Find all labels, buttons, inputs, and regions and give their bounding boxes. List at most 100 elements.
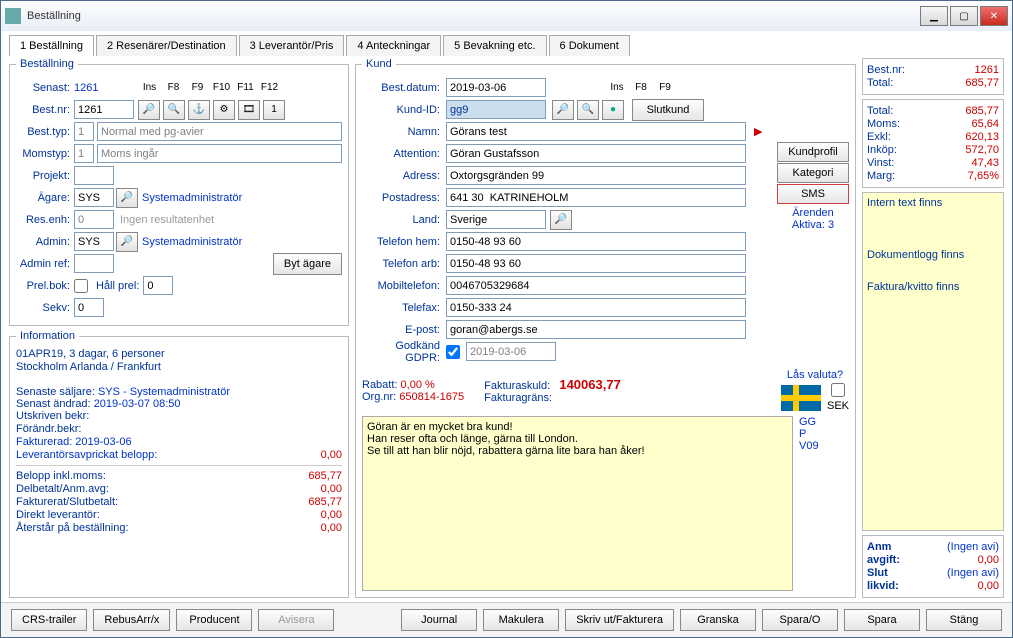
telefax-input[interactable] xyxy=(446,298,746,317)
one-button[interactable]: 1 xyxy=(263,100,285,120)
right-notes: Intern text finns Dokumentlogg finns Fak… xyxy=(862,192,1004,531)
rabatt-value: 0,00 % xyxy=(401,379,435,391)
gdpr-date xyxy=(466,342,556,361)
tab-anteckningar[interactable]: 4 Anteckningar xyxy=(346,35,441,56)
prelbok-checkbox[interactable] xyxy=(74,279,88,293)
arenden-link[interactable]: Ärenden xyxy=(792,207,834,219)
info-seller: SYS - Systemadministratör xyxy=(98,386,230,398)
moms-label: Momstyp: xyxy=(16,148,74,160)
tab-leverantor[interactable]: 3 Leverantör/Pris xyxy=(239,35,345,56)
skrivut-button[interactable]: Skriv ut/Fakturera xyxy=(565,609,674,631)
journal-button[interactable]: Journal xyxy=(401,609,477,631)
binoculars-icon[interactable]: 🔎 xyxy=(552,100,574,120)
rebusarr-button[interactable]: RebusArr/x xyxy=(93,609,170,631)
code-p[interactable]: P xyxy=(799,428,806,440)
bestallning-legend: Beställning xyxy=(16,58,78,70)
sms-button[interactable]: SMS xyxy=(777,184,849,204)
agare-input[interactable] xyxy=(74,188,114,207)
gdpr-checkbox[interactable] xyxy=(446,345,460,359)
hallprel-input[interactable] xyxy=(143,276,173,295)
kategori-button[interactable]: Kategori xyxy=(777,163,849,183)
kund-legend: Kund xyxy=(362,58,396,70)
bytagare-button[interactable]: Byt ägare xyxy=(273,253,342,275)
namn-input[interactable] xyxy=(446,122,746,141)
orgnr-label: Org.nr: xyxy=(362,391,396,403)
moms-text xyxy=(97,144,342,163)
telhem-input[interactable] xyxy=(446,232,746,251)
flag-sweden-icon xyxy=(781,385,821,411)
spara-button[interactable]: Spara xyxy=(844,609,920,631)
mobil-input[interactable] xyxy=(446,276,746,295)
attention-input[interactable] xyxy=(446,144,746,163)
telarb-input[interactable] xyxy=(446,254,746,273)
note-line: Göran är en mycket bra kund! xyxy=(367,421,788,433)
land-label: Land: xyxy=(362,214,446,226)
tab-bevakning[interactable]: 5 Bevakning etc. xyxy=(443,35,546,56)
film-icon[interactable]: 🎞 xyxy=(238,100,260,120)
info-belopp-value: 685,77 xyxy=(292,470,342,482)
kundid-input[interactable] xyxy=(446,100,546,119)
epost-input[interactable] xyxy=(446,320,746,339)
info-lev-value: 0,00 xyxy=(292,449,342,461)
app-icon xyxy=(5,8,21,24)
admin-input[interactable] xyxy=(74,232,114,251)
sum-marg-label: Marg: xyxy=(867,170,895,182)
faktgrans-label: Fakturagräns: xyxy=(484,392,552,404)
senast-value[interactable]: 1261 xyxy=(74,82,98,94)
namn-label: Namn: xyxy=(362,126,446,138)
adminref-input[interactable] xyxy=(74,254,114,273)
producent-button[interactable]: Producent xyxy=(176,609,252,631)
play-icon[interactable]: ▶ xyxy=(754,125,762,138)
binoculars-icon[interactable]: 🔎 xyxy=(116,188,138,208)
avgift-label: avgift: xyxy=(867,554,900,566)
maximize-button[interactable] xyxy=(950,6,978,26)
telefax-label: Telefax: xyxy=(362,302,446,314)
adress-input[interactable] xyxy=(446,166,746,185)
makulera-button[interactable]: Makulera xyxy=(483,609,559,631)
binoculars-icon[interactable]: 🔎 xyxy=(116,232,138,252)
sum-bestnr-label: Best.nr: xyxy=(867,64,905,76)
slutkund-button[interactable]: Slutkund xyxy=(632,99,704,121)
projekt-input[interactable] xyxy=(74,166,114,185)
fk-ins: Ins xyxy=(138,82,160,93)
sparao-button[interactable]: Spara/O xyxy=(762,609,838,631)
close-button[interactable] xyxy=(980,6,1008,26)
zoom-icon[interactable]: 🔍 xyxy=(163,100,185,120)
tab-resenarer[interactable]: 2 Resenärer/Destination xyxy=(96,35,237,56)
stang-button[interactable]: Stäng xyxy=(926,609,1002,631)
kund-notes[interactable]: Göran är en mycket bra kund! Han reser o… xyxy=(362,416,793,591)
postadr-input[interactable] xyxy=(446,188,746,207)
code-gg[interactable]: GG xyxy=(799,416,816,428)
code-v09[interactable]: V09 xyxy=(799,440,819,452)
crs-trailer-button[interactable]: CRS-trailer xyxy=(11,609,87,631)
minimize-button[interactable] xyxy=(920,6,948,26)
agare-link[interactable]: Systemadministratör xyxy=(142,192,242,204)
bestdatum-input[interactable] xyxy=(446,78,546,97)
anchor-icon[interactable]: ⚓ xyxy=(188,100,210,120)
sekv-input[interactable] xyxy=(74,298,104,317)
senast-label: Senast: xyxy=(16,82,74,94)
fk-f9: F9 xyxy=(186,82,208,93)
mobil-label: Mobiltelefon: xyxy=(362,280,446,292)
admin-link[interactable]: Systemadministratör xyxy=(142,236,242,248)
lasvaluta-checkbox[interactable] xyxy=(831,383,845,397)
binoculars-icon[interactable]: 🔎 xyxy=(138,100,160,120)
sum-bestnr: 1261 xyxy=(975,64,999,76)
epost-label: E-post: xyxy=(362,324,446,336)
kundprofil-button[interactable]: Kundprofil xyxy=(777,142,849,162)
binoculars-icon[interactable]: 🔎 xyxy=(550,210,572,230)
zoom-icon[interactable]: 🔍 xyxy=(577,100,599,120)
likvid-value: 0,00 xyxy=(978,580,999,592)
tab-bestallning[interactable]: 1 Beställning xyxy=(9,35,94,56)
sum-moms: 65,64 xyxy=(971,118,999,130)
bestnr-input[interactable] xyxy=(74,100,134,119)
tab-dokument[interactable]: 6 Dokument xyxy=(549,35,630,56)
right-note3: Faktura/kvitto finns xyxy=(867,281,999,293)
gear-icon[interactable]: ⚙ xyxy=(213,100,235,120)
land-input[interactable] xyxy=(446,210,546,229)
granska-button[interactable]: Granska xyxy=(680,609,756,631)
circle-icon[interactable]: ● xyxy=(602,100,624,120)
info-delb-label: Delbetalt/Anm.avg: xyxy=(16,483,109,495)
anm-label: Anm xyxy=(867,541,891,553)
anm-box: Anm(Ingen avi) avgift:0,00 Slut(Ingen av… xyxy=(862,535,1004,598)
